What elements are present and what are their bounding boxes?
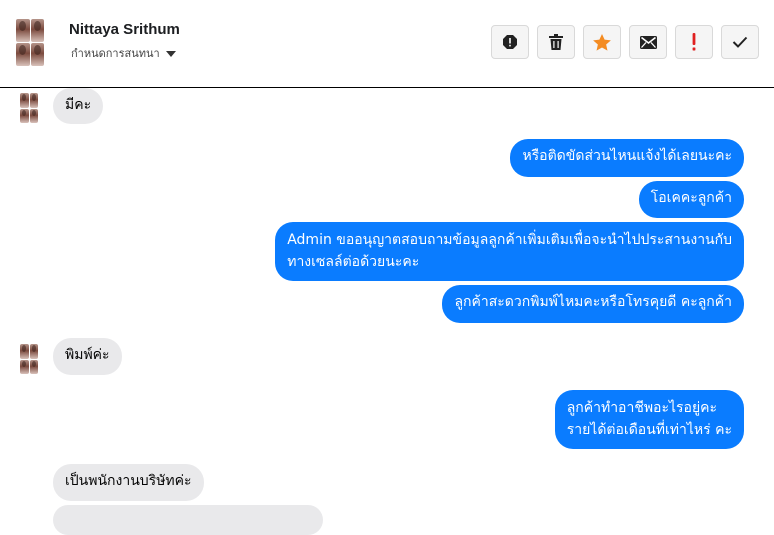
- outgoing-message[interactable]: ลูกค้าสะดวกพิมพ์ไหมคะหรือโทรคุยดี คะลูกค…: [442, 285, 744, 323]
- mark-unread-button[interactable]: [629, 25, 667, 59]
- check-icon: [732, 36, 748, 48]
- star-icon: [593, 33, 611, 51]
- delete-button[interactable]: [537, 25, 575, 59]
- message-line: ทางเซลล์ต่อด้วยนะคะ: [287, 254, 420, 270]
- contact-name[interactable]: Nittaya Srithum: [69, 21, 180, 38]
- mark-done-button[interactable]: [721, 25, 759, 59]
- conversation-status-label: กำหนดการสนทนา: [71, 47, 160, 60]
- outgoing-message[interactable]: ลูกค้าทำอาชีพอะไรอยู่คะ รายได้ต่อเดือนที…: [554, 390, 744, 449]
- customer-avatar: [20, 93, 38, 123]
- header-actions: [491, 25, 759, 59]
- conversation-status-dropdown[interactable]: กำหนดการสนทนา: [71, 44, 176, 62]
- outgoing-message[interactable]: Admin ขออนุญาตสอบถามข้อมูลลูกค้าเพิ่มเติ…: [275, 222, 744, 281]
- customer-avatar: [20, 344, 38, 374]
- star-button[interactable]: [583, 25, 621, 59]
- message-line: Admin ขออนุญาตสอบถามข้อมูลลูกค้าเพิ่มเติ…: [287, 232, 732, 248]
- mail-icon: [639, 35, 657, 49]
- contact-avatar[interactable]: [16, 19, 44, 66]
- trash-icon: [549, 34, 563, 50]
- report-button[interactable]: [491, 25, 529, 59]
- report-icon: [503, 35, 517, 49]
- message-line: รายได้ต่อเดือนที่เท่าไหร่ คะ: [566, 422, 732, 438]
- follow-up-button[interactable]: [675, 25, 713, 59]
- exclamation-icon: [692, 33, 696, 51]
- conversation-header: Nittaya Srithum กำหนดการสนทนา: [0, 0, 774, 88]
- incoming-message[interactable]: มีคะ: [53, 88, 104, 124]
- outgoing-message[interactable]: โอเคคะลูกค้า: [638, 181, 744, 218]
- outgoing-message[interactable]: หรือติดขัดส่วนไหนแจ้งได้เลยนะคะ: [510, 139, 744, 177]
- incoming-message[interactable]: เป็นพนักงานบริษัทค่ะ: [53, 464, 204, 501]
- incoming-message-partial[interactable]: [53, 505, 323, 535]
- message-line: ลูกค้าทำอาชีพอะไรอยู่คะ: [566, 400, 718, 416]
- incoming-message[interactable]: พิมพ์ค่ะ: [53, 338, 122, 375]
- caret-down-icon: [165, 50, 176, 57]
